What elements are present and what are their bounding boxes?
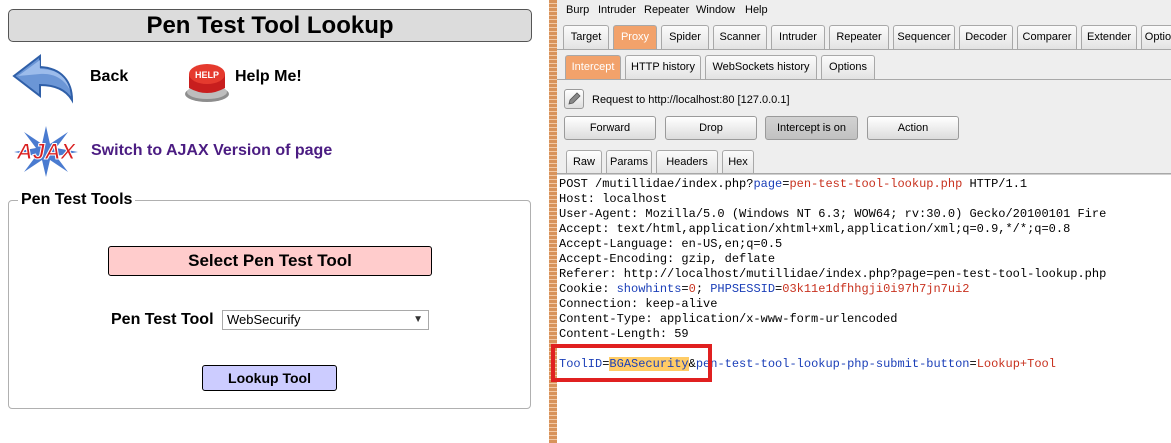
- tab-params[interactable]: Params: [606, 150, 652, 174]
- tab-intruder[interactable]: Intruder: [771, 25, 825, 49]
- tool-select-value: WebSecurify: [227, 312, 301, 327]
- tab-hex[interactable]: Hex: [722, 150, 754, 174]
- tab-intercept[interactable]: Intercept: [565, 55, 621, 79]
- tab-proxy[interactable]: Proxy: [613, 25, 657, 49]
- action-button[interactable]: Action: [867, 116, 959, 140]
- highlighted-tool-id-value: BGASecurity: [609, 357, 689, 371]
- lookup-tool-button[interactable]: Lookup Tool: [202, 365, 337, 391]
- tab-options[interactable]: Option: [1141, 25, 1171, 49]
- pencil-icon: [568, 92, 581, 105]
- header-content-type: Content-Type: application/x-www-form-url…: [559, 312, 898, 326]
- forward-button[interactable]: Forward: [564, 116, 656, 140]
- select-tool-header: Select Pen Test Tool: [108, 246, 432, 276]
- burp-window: Burp Intruder Repeater Window Help Targe…: [557, 0, 1171, 443]
- tab-websockets-history[interactable]: WebSockets history: [705, 55, 817, 79]
- tab-sequencer[interactable]: Sequencer: [893, 25, 955, 49]
- mutillidae-page: Pen Test Tool Lookup Back HELP Help Me! …: [0, 0, 549, 443]
- drop-button[interactable]: Drop: [665, 116, 757, 140]
- menu-repeater[interactable]: Repeater: [644, 4, 689, 16]
- window-divider: [549, 0, 557, 443]
- tab-spider[interactable]: Spider: [661, 25, 709, 49]
- header-cookie: Cookie: showhints=0; PHPSESSID=03k11e1df…: [559, 282, 970, 296]
- menu-intruder[interactable]: Intruder: [598, 4, 636, 16]
- menu-burp[interactable]: Burp: [566, 4, 589, 16]
- header-connection: Connection: keep-alive: [559, 297, 718, 311]
- raw-request-editor[interactable]: POST /mutillidae/index.php?page=pen-test…: [557, 174, 1171, 443]
- header-accept: Accept: text/html,application/xhtml+xml,…: [559, 222, 1071, 236]
- tab-target[interactable]: Target: [563, 25, 609, 49]
- help-button-icon[interactable]: HELP: [183, 58, 231, 104]
- tab-comparer[interactable]: Comparer: [1017, 25, 1077, 49]
- back-arrow-icon[interactable]: [10, 52, 78, 104]
- request-line: POST /mutillidae/index.php?page=pen-test…: [559, 177, 1028, 191]
- header-accept-language: Accept-Language: en-US,en;q=0.5: [559, 237, 783, 251]
- header-host: Host: localhost: [559, 192, 668, 206]
- fieldset-legend: Pen Test Tools: [18, 191, 136, 209]
- page-title: Pen Test Tool Lookup: [8, 9, 532, 42]
- tab-extender[interactable]: Extender: [1081, 25, 1137, 49]
- ajax-logo-icon[interactable]: AJAX: [12, 124, 80, 179]
- header-content-length: Content-Length: 59: [559, 327, 689, 341]
- header-user-agent: User-Agent: Mozilla/5.0 (Windows NT 6.3;…: [559, 207, 1107, 221]
- tab-headers[interactable]: Headers: [656, 150, 718, 174]
- header-referer: Referer: http://localhost/mutillidae/ind…: [559, 267, 1107, 281]
- menu-window[interactable]: Window: [696, 4, 735, 16]
- proxy-tabs-underline: [557, 79, 1171, 80]
- tab-decoder[interactable]: Decoder: [959, 25, 1013, 49]
- help-link[interactable]: Help Me!: [235, 68, 302, 86]
- intercept-toggle-button[interactable]: Intercept is on: [765, 116, 858, 140]
- tab-proxy-options[interactable]: Options: [821, 55, 875, 79]
- main-tabs-underline: [557, 49, 1171, 50]
- menu-help[interactable]: Help: [745, 4, 768, 16]
- tool-label: Pen Test Tool: [111, 311, 214, 328]
- tab-http-history[interactable]: HTTP history: [625, 55, 701, 79]
- tool-select[interactable]: WebSecurify ▼: [222, 310, 429, 330]
- tab-repeater[interactable]: Repeater: [829, 25, 889, 49]
- tab-raw[interactable]: Raw: [566, 150, 602, 174]
- request-target-label: Request to http://localhost:80 [127.0.0.…: [592, 94, 790, 106]
- edit-request-icon[interactable]: [564, 89, 584, 109]
- menubar: Burp Intruder Repeater Window Help: [557, 0, 1171, 21]
- help-icon-text: HELP: [195, 70, 219, 80]
- request-body: ToolID=BGASecurity&pen-test-tool-lookup-…: [559, 357, 1056, 371]
- tab-scanner[interactable]: Scanner: [713, 25, 767, 49]
- back-link[interactable]: Back: [90, 68, 128, 86]
- ajax-logo-text: AJAX: [16, 139, 77, 164]
- header-accept-encoding: Accept-Encoding: gzip, deflate: [559, 252, 776, 266]
- chevron-down-icon: ▼: [413, 314, 423, 325]
- ajax-version-link[interactable]: Switch to AJAX Version of page: [91, 142, 332, 160]
